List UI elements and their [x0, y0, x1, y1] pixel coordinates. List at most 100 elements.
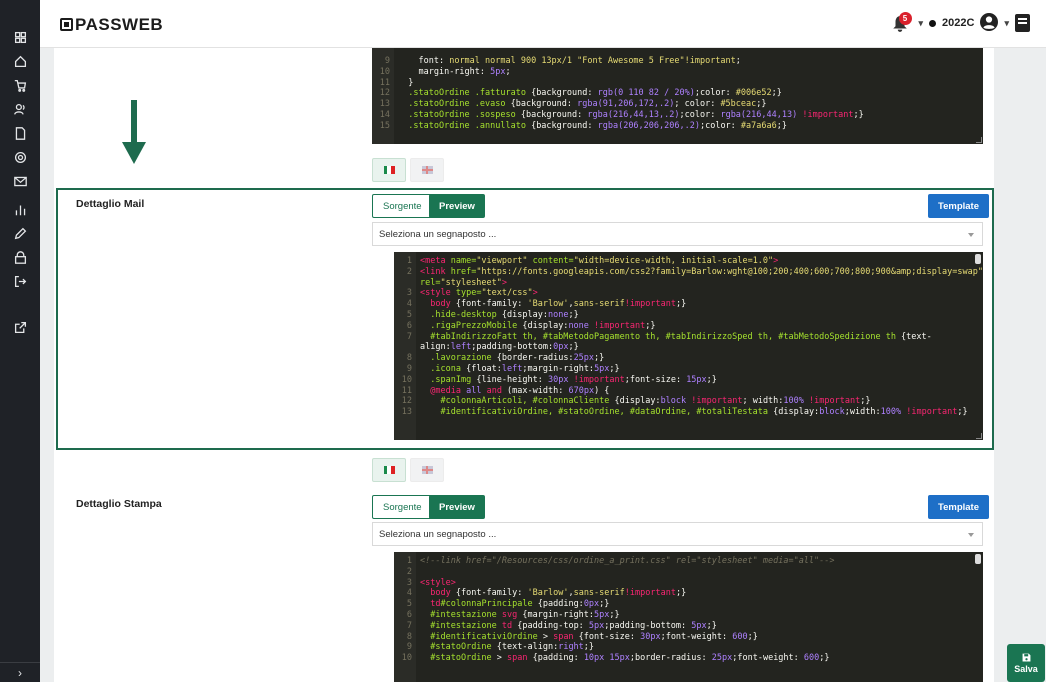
lock-icon[interactable] [0, 246, 40, 268]
language-en-button[interactable] [410, 458, 444, 482]
document-icon[interactable] [0, 122, 40, 144]
mail-icon[interactable] [0, 170, 40, 192]
scrollbar[interactable] [975, 254, 981, 264]
line-number: 3 [406, 577, 412, 588]
italy-flag-icon [383, 166, 395, 174]
mail-source-button[interactable]: Sorgente [372, 194, 433, 218]
line-number: 14 [379, 109, 390, 120]
caret-down-icon [968, 233, 974, 237]
logo-text: PASSWEB [75, 15, 164, 34]
print-preview-button[interactable]: Preview [429, 495, 485, 519]
line-number: 10 [401, 653, 412, 664]
mail-code-editor[interactable]: 1 2 3 4 5 6 7 8 9 10 11 12 13 <meta name="viewport" … [394, 252, 983, 440]
line-number: 12 [401, 396, 412, 407]
mail-section-label: Dettaglio Mail [76, 198, 145, 210]
uk-flag-icon [421, 466, 433, 474]
italy-flag-icon [383, 466, 395, 474]
line-number: 2 [406, 266, 412, 277]
code-line: body {font-family: 'Barlow',sans-serif!i… [430, 588, 687, 599]
scrollbar[interactable] [975, 554, 981, 564]
chart-icon[interactable] [0, 198, 40, 220]
line-numbers: 1 2 3 4 5 6 7 8 9 10 [394, 552, 416, 682]
mail-placeholder-select[interactable]: Seleziona un segnaposto ... [372, 222, 983, 246]
code-line: .lavorazione {border-radius:25px;} [430, 353, 605, 364]
mail-select-value: Seleziona un segnaposto ... [379, 228, 497, 240]
language-it-button[interactable] [372, 158, 406, 182]
sidebar-expand-button[interactable]: › [0, 662, 40, 682]
print-select-value: Seleziona un segnaposto ... [379, 528, 497, 540]
line-number: 5 [406, 599, 412, 610]
save-button[interactable]: Salva [1007, 644, 1045, 682]
line-number: 10 [401, 374, 412, 385]
notifications-button[interactable]: 5 [891, 12, 913, 34]
line-number: 13 [401, 407, 412, 418]
line-number: 4 [406, 299, 412, 310]
line-number: 5 [406, 309, 412, 320]
line-number: 11 [379, 77, 390, 88]
logout-icon[interactable] [0, 270, 40, 292]
print-template-button[interactable]: Template [928, 495, 990, 519]
manual-book-icon[interactable] [1015, 14, 1030, 32]
caret-down-icon [968, 533, 974, 537]
line-number: 7 [406, 620, 412, 631]
code-line: <link href="https://fonts.googleapis.com… [420, 266, 983, 277]
line-number: 13 [379, 99, 390, 110]
save-label: Salva [1014, 663, 1038, 674]
pen-icon[interactable] [0, 222, 40, 244]
users-icon[interactable] [0, 98, 40, 120]
print-code-editor[interactable]: 1 2 3 4 5 6 7 8 9 10 <!--link href="/Resources/cs… [394, 552, 983, 682]
cart-icon[interactable] [0, 74, 40, 96]
code-line: .statoOrdine .evaso {background: rgba(91… [408, 99, 767, 110]
line-number: 9 [406, 363, 412, 374]
language-switcher-css [372, 158, 444, 182]
code-line: #statoOrdine {text-align:right;} [430, 642, 595, 653]
code-line: .spanImg {line-height: 30px !important;f… [430, 374, 717, 385]
code-lines: <meta name="viewport" content="width=dev… [420, 256, 983, 418]
print-section-label: Dettaglio Stampa [76, 498, 162, 510]
line-number: 1 [406, 256, 412, 266]
print-source-button[interactable]: Sorgente [372, 495, 433, 519]
dashboard-icon[interactable] [0, 26, 40, 48]
mail-template-button[interactable]: Template [928, 194, 990, 218]
code-line: <!--link href="/Resources/css/ordine_a_p… [420, 556, 835, 566]
code-line: #statoOrdine > span {padding: 10px 15px;… [430, 653, 830, 664]
resize-handle[interactable] [976, 433, 982, 439]
down-arrow-icon [122, 100, 146, 164]
line-number [394, 342, 412, 353]
line-number: 7 [406, 331, 412, 342]
line-number: 8 [406, 631, 412, 642]
settings-icon[interactable] [0, 146, 40, 168]
app-logo[interactable]: PASSWEB [60, 15, 163, 35]
company-code[interactable]: 2022C [942, 17, 974, 29]
code-line: #intestazione td {padding-top: 5px;paddi… [430, 620, 717, 631]
line-number [394, 278, 412, 289]
user-chevron-icon: ▾ [1004, 17, 1009, 28]
user-account-icon[interactable] [980, 12, 999, 34]
external-link-icon[interactable] [0, 316, 40, 338]
line-number: 9 [406, 642, 412, 653]
code-line: .icona {float:left;margin-right:5px;} [430, 363, 620, 374]
language-en-button[interactable] [410, 158, 444, 182]
code-line: @media all and (max-width: 670px) { [430, 385, 610, 396]
line-number: 1 [406, 556, 412, 566]
mail-preview-button[interactable]: Preview [429, 194, 485, 218]
code-line: .hide-desktop {display:none;} [430, 309, 579, 320]
line-number: 11 [401, 385, 412, 396]
language-it-button[interactable] [372, 458, 406, 482]
topbar: PASSWEB 5 ▾ 2022C ▾ [40, 0, 1046, 48]
line-number: 12 [379, 88, 390, 99]
line-number: 15 [379, 120, 390, 131]
code-line: } [398, 77, 414, 88]
resize-handle[interactable] [976, 137, 982, 143]
css-code-editor[interactable]: 9 10 11 12 13 14 15 font: normal normal 900 13… [372, 48, 983, 144]
code-line: align:left;padding-bottom:0px;} [420, 342, 579, 353]
uk-flag-icon [421, 166, 433, 174]
code-line: .statoOrdine .annullato {background: rgb… [408, 120, 787, 131]
home-icon[interactable] [0, 50, 40, 72]
code-line: #colonnaArticoli, #colonnaCliente {displ… [440, 396, 871, 407]
print-placeholder-select[interactable]: Seleziona un segnaposto ... [372, 522, 983, 546]
code-line: #identificativiOrdine, #statoOrdine, #da… [440, 407, 968, 418]
line-numbers: 9 10 11 12 13 14 15 [372, 48, 394, 144]
right-gutter [994, 48, 1046, 682]
code-line: margin-right: 5px; [418, 66, 511, 77]
